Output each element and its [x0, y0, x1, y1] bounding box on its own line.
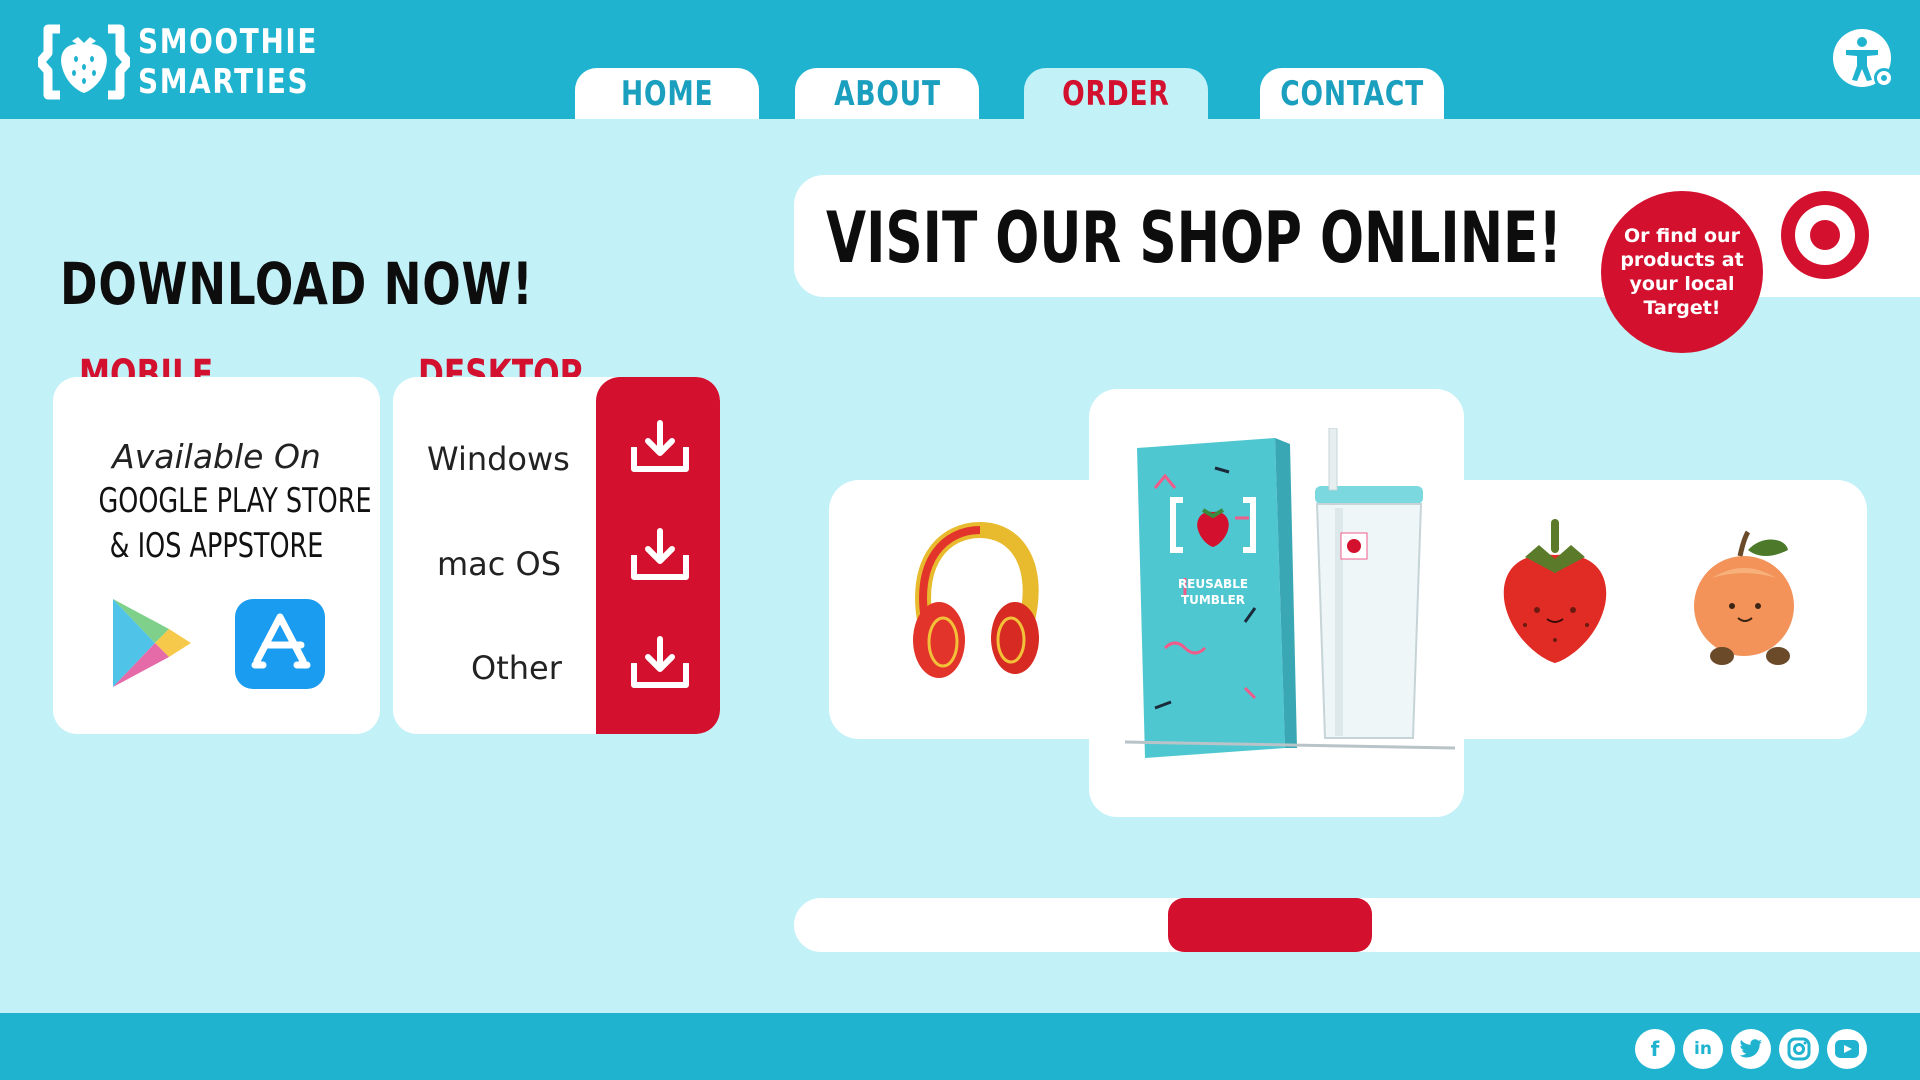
facebook-icon[interactable]: f [1635, 1029, 1675, 1069]
tumbler-box-text-line-1: REUSABLE [1178, 577, 1248, 591]
accessibility-settings-icon[interactable] [1832, 28, 1896, 92]
os-windows-label: Windows [427, 440, 570, 478]
stores-line-2: & IOS APPSTORE [109, 526, 324, 566]
tumbler-box-text-line-2: TUMBLER [1181, 593, 1245, 607]
reusable-tumbler-product-image[interactable]: REUSABLE TUMBLER [1125, 428, 1455, 758]
app-store-icon[interactable] [235, 599, 325, 689]
twitter-icon[interactable] [1731, 1029, 1771, 1069]
header-bar: SMOOTHIE SMARTIES HOME ABOUT ORDER CONTA… [0, 0, 1920, 119]
desktop-card: Windows mac OS Other [393, 377, 720, 734]
target-note-text: Or find our products at your local Targe… [1620, 225, 1744, 319]
os-macos-label: mac OS [437, 545, 562, 583]
shop-title: VISIT OUR SHOP ONLINE! [826, 197, 1563, 279]
download-title: DOWNLOAD NOW! [60, 250, 534, 318]
main-nav: HOME ABOUT ORDER CONTACT [0, 68, 1920, 119]
download-macos-icon[interactable] [629, 527, 691, 583]
mobile-card: Available On GOOGLE PLAY STORE & IOS APP… [53, 377, 380, 734]
tab-home[interactable]: HOME [575, 68, 759, 119]
tab-about-label: ABOUT [833, 73, 941, 114]
stores-line-1: GOOGLE PLAY STORE [98, 481, 372, 521]
tab-about[interactable]: ABOUT [795, 68, 979, 119]
carousel-scroll-thumb[interactable] [1168, 898, 1372, 952]
brand-line-1: SMOOTHIE [138, 22, 319, 62]
os-other-label: Other [471, 649, 562, 687]
tab-home-label: HOME [620, 73, 714, 114]
tab-order[interactable]: ORDER [1024, 68, 1208, 119]
tab-order-label: ORDER [1062, 73, 1170, 114]
strawberry-plush-product-image[interactable] [1495, 515, 1615, 665]
available-on-text: Available On [112, 437, 321, 476]
footer-bar [0, 1013, 1920, 1080]
google-play-icon[interactable] [111, 597, 193, 689]
store-names: GOOGLE PLAY STORE & IOS APPSTORE [53, 479, 380, 569]
instagram-icon[interactable] [1779, 1029, 1819, 1069]
headphones-product-image[interactable] [905, 520, 1045, 685]
target-note-badge: Or find our products at your local Targe… [1601, 191, 1763, 353]
youtube-icon[interactable] [1827, 1029, 1867, 1069]
tab-contact-label: CONTACT [1280, 73, 1424, 114]
linkedin-icon[interactable]: in [1683, 1029, 1723, 1069]
download-other-icon[interactable] [629, 635, 691, 691]
tab-contact[interactable]: CONTACT [1260, 68, 1444, 119]
download-windows-icon[interactable] [629, 419, 691, 475]
target-logo-icon[interactable] [1780, 190, 1870, 280]
peach-plush-product-image[interactable] [1682, 528, 1812, 670]
